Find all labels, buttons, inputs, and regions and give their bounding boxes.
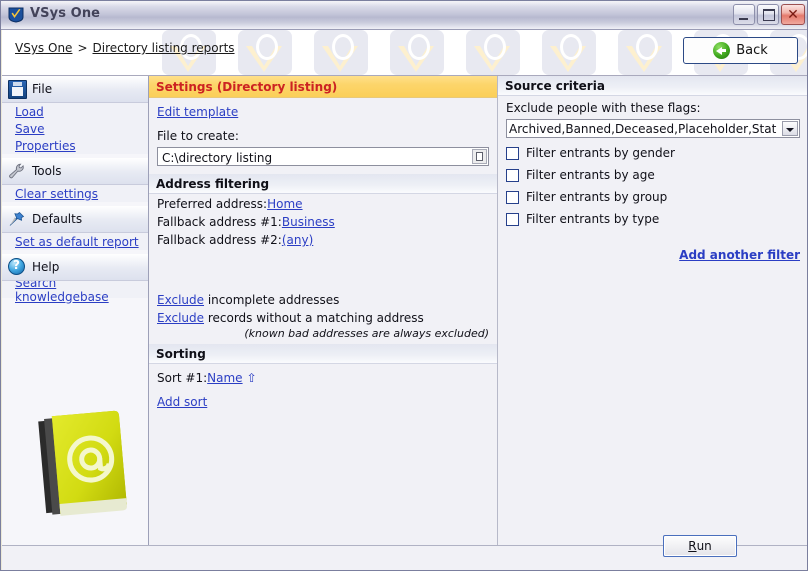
maximize-icon [763, 9, 775, 21]
run-button-label: un [696, 539, 712, 553]
back-arrow-icon [713, 42, 731, 59]
exclude-nomatch-row: Exclude records without a matching addre… [157, 311, 489, 326]
filter-by-group-label: Filter entrants by group [526, 190, 668, 204]
sidebar-item-search-knowledgebase[interactable]: Search knowledgebase [2, 276, 148, 304]
filter-by-group-row[interactable]: Filter entrants by group [506, 190, 800, 204]
preferred-address-row: Preferred address:Home [157, 197, 489, 212]
sidebar-item-save[interactable]: Save [2, 120, 148, 137]
filter-by-type-label: Filter entrants by type [526, 212, 660, 226]
edit-template-link[interactable]: Edit template [157, 105, 238, 119]
filter-by-type-row[interactable]: Filter entrants by type [506, 212, 800, 226]
sidebar-group-help[interactable]: Help [2, 254, 148, 281]
chevron-down-icon[interactable] [782, 121, 798, 136]
exclude-incomplete-text: incomplete addresses [207, 293, 340, 307]
file-to-create-input[interactable] [160, 148, 459, 167]
source-criteria-header: Source criteria [498, 76, 807, 96]
breadcrumb: VSys One > Directory listing reports [15, 41, 235, 55]
preferred-address-label: Preferred address: [157, 197, 268, 211]
sidebar-item-load[interactable]: Load [2, 103, 148, 120]
window-caption-buttons: ✕ [733, 4, 805, 25]
filter-by-gender-label: Filter entrants by gender [526, 146, 675, 160]
minimize-icon [739, 18, 748, 20]
sidebar-group-help-label: Help [32, 260, 60, 274]
window-title: VSys One [30, 6, 101, 21]
filter-by-age-checkbox[interactable] [506, 168, 519, 182]
sidebar-item-save-label: Save [15, 121, 45, 136]
sidebar-item-set-default-report[interactable]: Set as default report [2, 233, 148, 250]
sorting-header: Sorting [149, 344, 497, 364]
fallback2-address-row: Fallback address #2:(any) [157, 233, 489, 248]
close-icon: ✕ [787, 6, 799, 23]
sort-row-1: Sort #1:Name ⇧ [157, 371, 489, 386]
run-button[interactable]: Run [663, 535, 737, 557]
sidebar-group-defaults-label: Defaults [32, 212, 83, 226]
filter-by-age-label: Filter entrants by age [526, 168, 655, 182]
exclude-flags-label: Exclude people with these flags: [506, 101, 701, 115]
breadcrumb-current-link[interactable]: Directory listing reports [93, 41, 235, 55]
sidebar-item-set-default-report-label: Set as default report [15, 234, 139, 249]
fallback1-address-value[interactable]: Business [282, 215, 335, 229]
filter-by-gender-row[interactable]: Filter entrants by gender [506, 146, 800, 160]
maximize-button[interactable] [757, 4, 779, 25]
sidebar: File Load Save Properties Tools Clear se… [2, 76, 149, 546]
sidebar-item-properties[interactable]: Properties [2, 137, 148, 154]
file-to-create-label: File to create: [157, 129, 239, 143]
sidebar-item-clear-settings-label: Clear settings [15, 186, 99, 201]
exclude-flags-value: Archived,Banned,Deceased,Placeholder,Sta… [509, 121, 777, 136]
address-book-at-icon [28, 406, 133, 521]
add-sort-link[interactable]: Add sort [157, 395, 207, 409]
filter-by-group-checkbox[interactable] [506, 190, 519, 204]
source-criteria-panel: Source criteria Exclude people with thes… [498, 76, 807, 546]
floppy-disk-icon [6, 79, 28, 99]
fallback1-address-label: Fallback address #1: [157, 215, 282, 229]
document-browse-icon[interactable] [472, 149, 487, 164]
sidebar-group-file-label: File [32, 82, 53, 96]
vsys-one-window: VSys One ✕ VSys One > Directory listing … [0, 0, 808, 571]
footer-bar: Run [2, 535, 807, 570]
sort1-label: Sort #1: [157, 371, 208, 385]
breadcrumb-root-link[interactable]: VSys One [15, 41, 72, 55]
back-button-label: Back [736, 43, 768, 58]
exclude-nomatch-text: records without a matching address [207, 311, 424, 325]
settings-panel: Settings (Directory listing) Edit templa… [149, 76, 498, 546]
sidebar-group-tools[interactable]: Tools [2, 158, 148, 185]
sidebar-item-load-label: Load [15, 104, 44, 119]
sort1-value[interactable]: Name [207, 371, 242, 385]
exclude-nomatch-link[interactable]: Exclude [157, 311, 204, 325]
back-button[interactable]: Back [683, 37, 798, 64]
sidebar-group-defaults[interactable]: Defaults [2, 206, 148, 233]
address-filtering-header: Address filtering [149, 174, 497, 194]
exclude-incomplete-row: Exclude incomplete addresses [157, 293, 489, 308]
breadcrumb-separator: > [77, 41, 88, 55]
sidebar-item-clear-settings[interactable]: Clear settings [2, 185, 148, 202]
run-button-accel: R [688, 539, 697, 553]
add-another-filter-link[interactable]: Add another filter [679, 248, 800, 262]
exclude-incomplete-link[interactable]: Exclude [157, 293, 204, 307]
exclude-flags-dropdown[interactable]: Archived,Banned,Deceased,Placeholder,Sta… [506, 119, 800, 138]
sort-ascending-icon[interactable]: ⇧ [247, 371, 257, 385]
window-titlebar: VSys One ✕ [1, 1, 807, 30]
content-area: File Load Save Properties Tools Clear se… [2, 75, 807, 546]
pushpin-icon [6, 209, 28, 229]
fallback2-address-label: Fallback address #2: [157, 233, 282, 247]
sidebar-item-properties-label: Properties [15, 138, 76, 153]
vsys-shield-icon [8, 7, 24, 23]
known-bad-addresses-note: (known bad addresses are always excluded… [244, 327, 489, 340]
sidebar-group-tools-label: Tools [32, 164, 62, 178]
settings-panel-title: Settings (Directory listing) [149, 76, 497, 98]
minimize-button[interactable] [733, 4, 755, 25]
help-circle-icon [6, 257, 28, 277]
fallback1-address-row: Fallback address #1:Business [157, 215, 489, 230]
close-button[interactable]: ✕ [781, 4, 805, 25]
sidebar-group-file[interactable]: File [2, 76, 148, 103]
filter-by-type-checkbox[interactable] [506, 212, 519, 226]
file-to-create-field[interactable] [157, 147, 489, 167]
wrench-icon [6, 161, 28, 181]
preferred-address-value[interactable]: Home [267, 197, 302, 211]
fallback2-address-value[interactable]: (any) [282, 233, 313, 247]
filter-by-gender-checkbox[interactable] [506, 146, 519, 160]
filter-by-age-row[interactable]: Filter entrants by age [506, 168, 800, 182]
header-band: VSys One > Directory listing reports Back [2, 30, 807, 75]
